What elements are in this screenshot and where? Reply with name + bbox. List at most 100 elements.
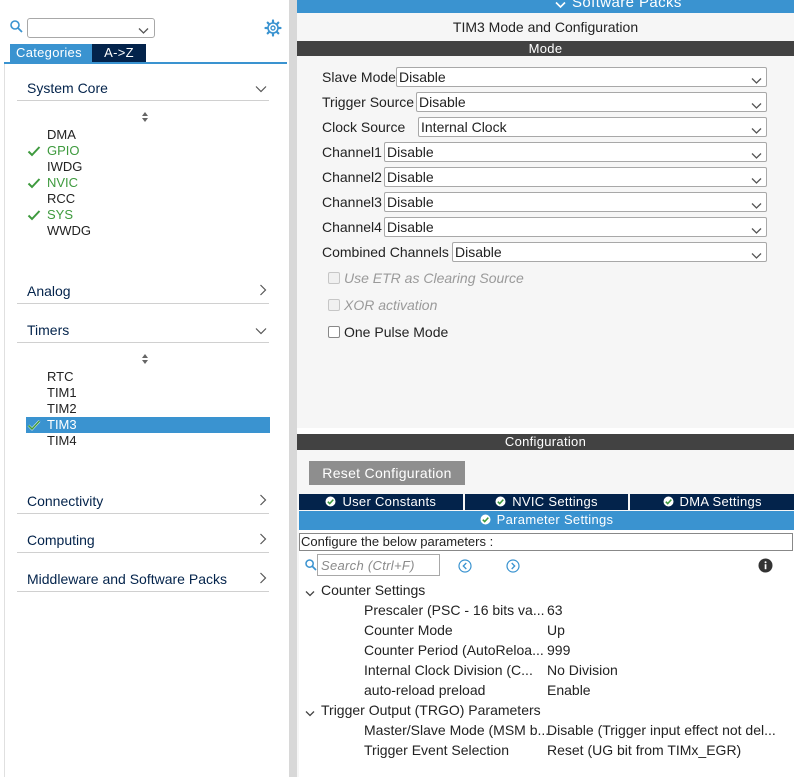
- tab-user-constants[interactable]: User Constants: [299, 494, 465, 510]
- use-etr-checkbox[interactable]: [328, 272, 340, 284]
- field-label: Combined Channels: [322, 244, 449, 260]
- param-value[interactable]: Disable (Trigger input effect not del...: [547, 722, 776, 738]
- param-row[interactable]: Prescaler (PSC - 16 bits va... 63: [364, 602, 794, 620]
- search-icon: [10, 20, 23, 36]
- param-value[interactable]: 63: [547, 602, 563, 618]
- list-item-iwdg[interactable]: IWDG: [47, 159, 82, 174]
- chevron-down-icon: [255, 81, 267, 96]
- channel1-select[interactable]: Disable: [384, 142, 767, 162]
- checkbox-label: One Pulse Mode: [344, 324, 449, 340]
- reset-configuration-button[interactable]: Reset Configuration: [309, 461, 465, 485]
- left-panel: Categories A->Z System Core DMA GPIO IWD…: [0, 0, 289, 777]
- field-label: Channel2: [322, 169, 382, 185]
- software-packs-label[interactable]: Software Packs: [572, 0, 682, 11]
- chevron-down-icon: [305, 705, 315, 720]
- tab-label: Parameter Settings: [496, 512, 614, 527]
- channel2-select[interactable]: Disable: [384, 167, 767, 187]
- param-value[interactable]: No Division: [547, 662, 618, 678]
- category-label: Connectivity: [27, 493, 104, 509]
- param-row[interactable]: Trigger Event Selection Reset (UG bit fr…: [364, 742, 794, 760]
- param-row[interactable]: Counter Period (AutoReloa... 999: [364, 642, 794, 660]
- field-label: Trigger Source: [322, 94, 415, 110]
- channel4-select[interactable]: Disable: [384, 217, 767, 237]
- param-value[interactable]: Up: [547, 622, 565, 638]
- list-item-rtc[interactable]: RTC: [47, 369, 73, 384]
- tab-label: DMA Settings: [679, 494, 762, 509]
- select-value: Disable: [387, 194, 434, 210]
- select-value: Disable: [399, 69, 446, 85]
- list-item-rcc[interactable]: RCC: [47, 191, 75, 206]
- group-label: Trigger Output (TRGO) Parameters: [321, 702, 541, 718]
- info-icon[interactable]: [758, 558, 773, 576]
- category-label: Computing: [27, 532, 95, 548]
- chevron-down-icon: [751, 173, 762, 188]
- channel3-select[interactable]: Disable: [384, 192, 767, 212]
- list-item-nvic[interactable]: NVIC: [47, 175, 78, 190]
- param-value[interactable]: Enable: [547, 682, 591, 698]
- param-value[interactable]: Reset (UG bit from TIMx_EGR): [547, 742, 741, 758]
- category-search-combo[interactable]: [27, 18, 155, 38]
- tab-dma-settings[interactable]: DMA Settings: [630, 494, 794, 510]
- configuration-header: Configuration: [297, 434, 794, 450]
- parameter-search-input[interactable]: Search (Ctrl+F): [317, 554, 440, 576]
- configuration-tabs: User Constants NVIC Settings DMA Setting…: [299, 494, 794, 510]
- list-item-tim1[interactable]: TIM1: [47, 385, 77, 400]
- chevron-down-icon: [138, 23, 149, 38]
- previous-match-icon[interactable]: [458, 559, 472, 576]
- category-computing[interactable]: Computing: [17, 527, 269, 553]
- param-row[interactable]: Internal Clock Division (C... No Divisio…: [364, 662, 794, 680]
- software-packs-bar[interactable]: Software Packs: [297, 0, 794, 13]
- one-pulse-mode-checkbox[interactable]: [328, 326, 340, 338]
- param-row[interactable]: auto-reload preload Enable: [364, 682, 794, 700]
- list-item-gpio[interactable]: GPIO: [47, 143, 80, 158]
- category-label: Analog: [27, 283, 71, 299]
- chevron-down-icon: [751, 248, 762, 263]
- tab-categories[interactable]: Categories: [10, 44, 92, 62]
- check-circle-icon: [480, 512, 491, 529]
- field-label: Channel3: [322, 194, 382, 210]
- next-match-icon[interactable]: [506, 559, 520, 576]
- list-item-wwdg[interactable]: WWDG: [47, 223, 91, 238]
- tab-a-to-z[interactable]: A->Z: [92, 44, 146, 62]
- chevron-down-icon: [751, 198, 762, 213]
- panel-title: TIM3 Mode and Configuration: [452, 19, 639, 35]
- param-name: Prescaler (PSC - 16 bits va...: [364, 602, 545, 618]
- chevron-down-icon: [305, 585, 315, 600]
- category-analog[interactable]: Analog: [17, 278, 269, 304]
- tab-nvic-settings[interactable]: NVIC Settings: [464, 494, 631, 510]
- slave-mode-select[interactable]: Disable: [396, 67, 767, 87]
- gear-icon[interactable]: [264, 19, 282, 40]
- list-item-tim2[interactable]: TIM2: [47, 401, 77, 416]
- panel-splitter[interactable]: [289, 0, 297, 777]
- list-item-dma[interactable]: DMA: [47, 127, 76, 142]
- combined-channels-select[interactable]: Disable: [452, 242, 767, 262]
- slave-mode-row: Slave Mode Disable: [322, 67, 767, 87]
- select-value: Disable: [387, 219, 434, 235]
- category-middleware[interactable]: Middleware and Software Packs: [17, 566, 269, 592]
- group-label: Counter Settings: [321, 582, 426, 598]
- param-value[interactable]: 999: [547, 642, 570, 658]
- category-timers[interactable]: Timers: [17, 317, 269, 343]
- xor-activation-checkbox[interactable]: [328, 299, 340, 311]
- tab-parameter-settings[interactable]: Parameter Settings: [299, 511, 794, 530]
- combined-channels-row: Combined Channels Disable: [322, 242, 767, 262]
- clock-source-select[interactable]: Internal Clock: [418, 117, 767, 137]
- category-system-core[interactable]: System Core: [17, 75, 269, 101]
- list-item-sys[interactable]: SYS: [47, 207, 73, 222]
- sort-icon[interactable]: [140, 111, 150, 126]
- param-row[interactable]: Master/Slave Mode (MSM b... Disable (Tri…: [364, 722, 794, 740]
- chevron-down-icon: [751, 148, 762, 163]
- category-connectivity[interactable]: Connectivity: [17, 488, 269, 514]
- checkbox-label: Use ETR as Clearing Source: [344, 270, 524, 286]
- sort-icon[interactable]: [140, 353, 150, 368]
- category-label: Timers: [27, 322, 70, 338]
- list-item-tim3[interactable]: TIM3: [47, 417, 77, 432]
- trigger-source-select[interactable]: Disable: [416, 92, 767, 112]
- list-item-tim4[interactable]: TIM4: [47, 433, 77, 448]
- param-row[interactable]: Counter Mode Up: [364, 622, 794, 640]
- category-label: Middleware and Software Packs: [27, 571, 227, 587]
- chevron-right-icon: [259, 533, 267, 548]
- chevron-down-icon: [751, 123, 762, 138]
- tab-label: User Constants: [342, 494, 437, 509]
- param-name: Internal Clock Division (C...: [364, 662, 533, 678]
